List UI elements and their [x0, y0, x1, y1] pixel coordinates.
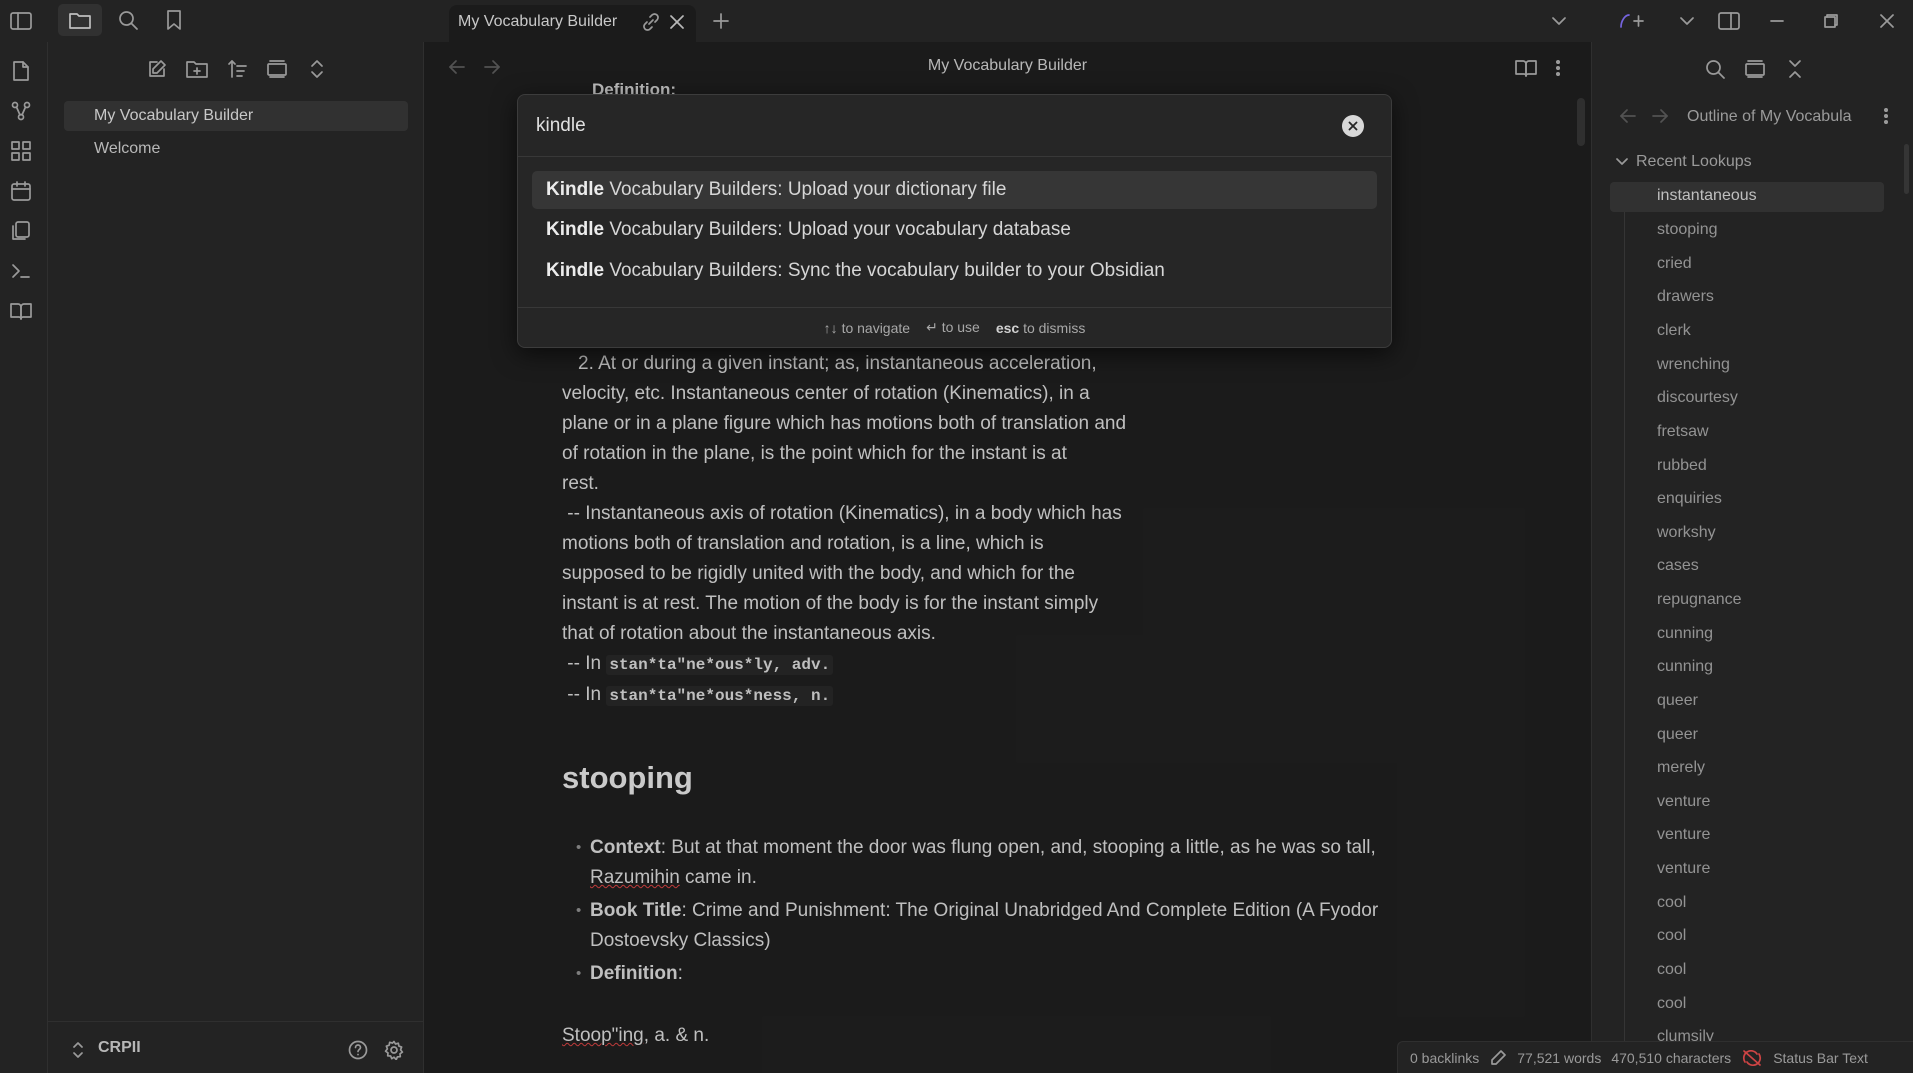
suggestion-text: Vocabulary Builders: Upload your vocabul… — [604, 219, 1071, 240]
suggestion-text: Vocabulary Builders: Sync the vocabulary… — [604, 260, 1165, 281]
suggestion-text: Vocabulary Builders: Upload your diction… — [604, 179, 1007, 200]
hint-key: ↑↓ — [823, 319, 838, 336]
command-suggestion[interactable]: Kindle Vocabulary Builders: Upload your … — [532, 211, 1377, 249]
command-palette-hints: ↑↓ to navigate ↵ to use esc to dismiss — [518, 307, 1391, 347]
hint-navigate: ↑↓ to navigate — [824, 320, 910, 336]
clear-search-icon[interactable] — [1342, 115, 1364, 137]
hint-dismiss: esc to dismiss — [996, 320, 1085, 336]
suggestion-match: Kindle — [546, 179, 605, 200]
hint-use: ↵ to use — [926, 319, 980, 336]
hint-key: ↵ — [926, 319, 938, 335]
command-palette-input-row — [518, 95, 1391, 157]
hint-key: esc — [995, 319, 1020, 336]
command-palette: Kindle Vocabulary Builders: Upload your … — [517, 94, 1392, 348]
suggestion-match: Kindle — [546, 260, 605, 281]
suggestion-match: Kindle — [546, 219, 605, 240]
command-suggestion[interactable]: Kindle Vocabulary Builders: Upload your … — [532, 171, 1377, 209]
hint-text: to navigate — [841, 319, 911, 336]
command-suggestion[interactable]: Kindle Vocabulary Builders: Sync the voc… — [532, 252, 1377, 290]
hint-text: to use — [941, 319, 980, 335]
hint-text: to dismiss — [1023, 319, 1086, 336]
command-search-input[interactable] — [536, 109, 1316, 143]
